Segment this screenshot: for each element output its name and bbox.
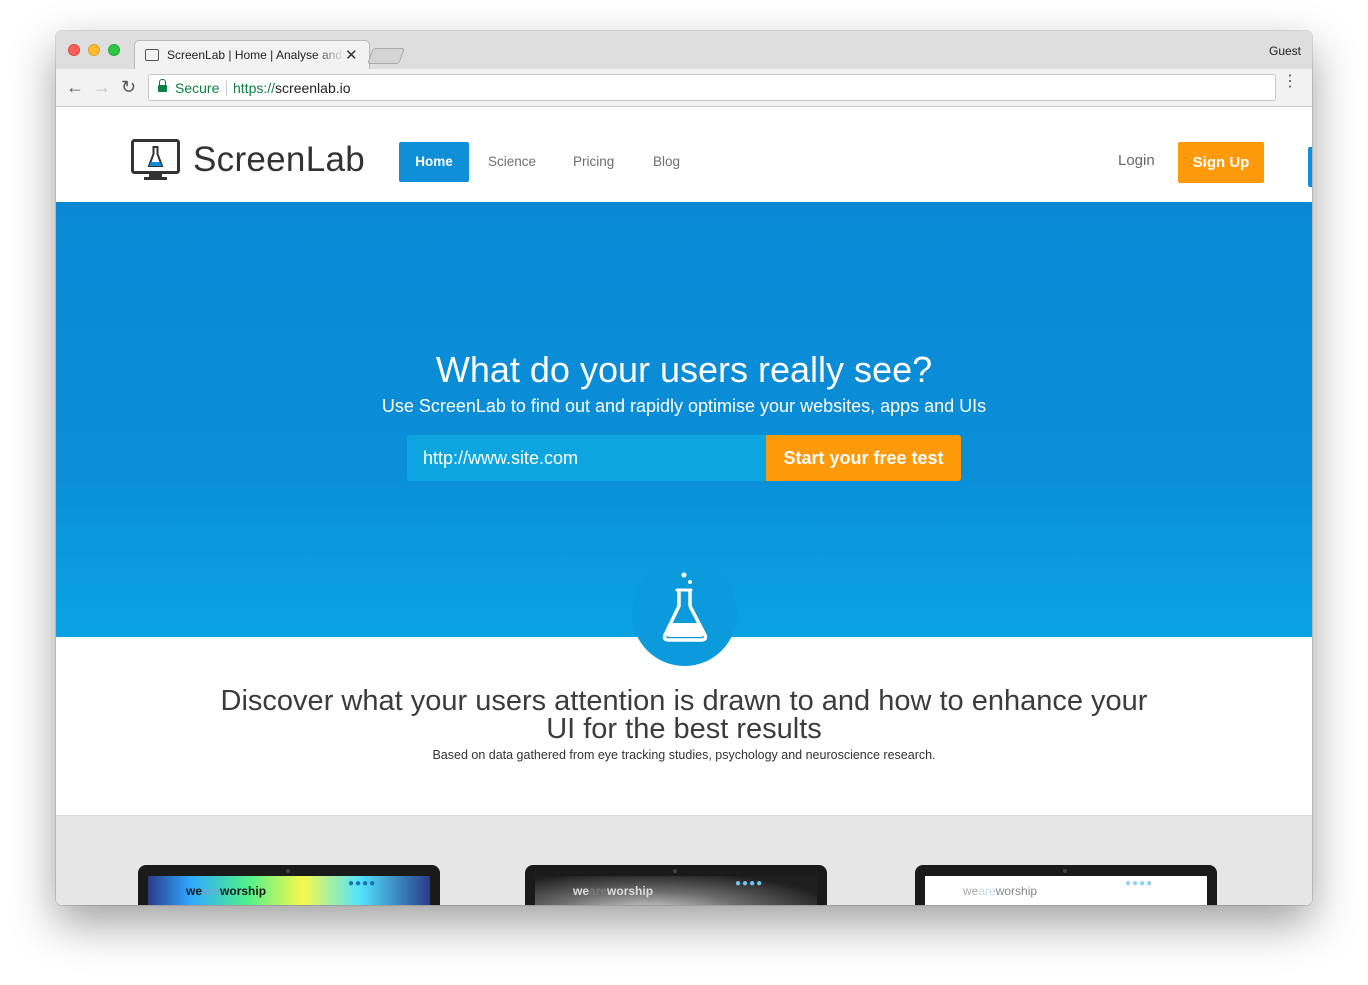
nav-pricing[interactable]: Pricing	[573, 142, 614, 182]
device-screen: weareworship ●●●●	[925, 876, 1207, 905]
browser-menu-icon[interactable]: ⋮	[1282, 74, 1298, 90]
url-scheme: https://	[233, 80, 276, 96]
device-screen: weareworship ●●●●	[148, 876, 430, 905]
lock-icon	[158, 79, 167, 93]
camera-dot	[673, 869, 677, 873]
device-original[interactable]: weareworship ●●●●	[915, 865, 1217, 905]
hero-subtitle: Use ScreenLab to find out and rapidly op…	[381, 396, 987, 416]
site-url-input[interactable]	[407, 435, 766, 481]
login-link[interactable]: Login	[1118, 152, 1155, 169]
monitor-flask-icon[interactable]	[131, 139, 180, 181]
edge-tab[interactable]	[1308, 147, 1312, 187]
discover-subtitle: Based on data gathered from eye tracking…	[432, 748, 936, 762]
site-header: ScreenLab Home Science Pricing Blog Logi…	[56, 107, 1312, 202]
nav-home[interactable]: Home	[399, 142, 469, 182]
browser-toolbar: ← → ↻ Secure https://screenlab.io ⋮	[56, 69, 1312, 107]
favicon-icon	[145, 49, 159, 61]
camera-dot	[286, 869, 290, 873]
new-tab-button[interactable]	[367, 48, 405, 64]
tab-title-fade	[315, 45, 345, 65]
flask-badge	[632, 561, 737, 666]
url-text[interactable]: https://screenlab.io	[233, 80, 351, 96]
nav-science[interactable]: Science	[488, 142, 536, 182]
forward-arrow-icon[interactable]: →	[93, 77, 111, 97]
screen-dots: ●●●●	[1125, 878, 1154, 889]
address-bar[interactable]: Secure https://screenlab.io	[148, 74, 1276, 101]
reload-icon[interactable]: ↻	[121, 77, 136, 97]
screen-caption: weareworship	[573, 884, 654, 898]
device-focus-map[interactable]: weareworship ●●●●	[525, 865, 827, 905]
browser-tab[interactable]: ScreenLab | Home | Analyse and ✕	[134, 40, 370, 69]
window-minimize-button[interactable]	[88, 44, 100, 56]
screens-gallery: weareworship ●●●● weareworship ●●●● wear…	[56, 815, 1312, 905]
nav-blog[interactable]: Blog	[653, 142, 680, 182]
screen-caption: weareworship	[963, 884, 1038, 898]
discover-heading: Discover what your users attention is dr…	[220, 685, 1148, 745]
screen-dots: ●●●●	[348, 878, 377, 889]
screen-dots: ●●●●	[735, 878, 764, 889]
url-host: screenlab.io	[275, 80, 351, 96]
screen-caption: weareworship	[186, 884, 267, 898]
tab-bar: ScreenLab | Home | Analyse and ✕ Guest	[56, 31, 1312, 69]
back-arrow-icon[interactable]: ←	[66, 77, 84, 97]
web-page: ScreenLab Home Science Pricing Blog Logi…	[56, 107, 1312, 905]
browser-window: ScreenLab | Home | Analyse and ✕ Guest ←…	[56, 31, 1312, 905]
device-screen: weareworship ●●●●	[535, 876, 817, 905]
device-heatmap[interactable]: weareworship ●●●●	[138, 865, 440, 905]
hero-title: What do your users really see?	[435, 349, 933, 390]
flask-icon	[662, 572, 708, 642]
secure-label: Secure	[175, 80, 220, 96]
window-close-button[interactable]	[68, 44, 80, 56]
start-free-test-button[interactable]: Start your free test	[766, 435, 961, 481]
tab-close-icon[interactable]: ✕	[345, 46, 358, 64]
logo-text[interactable]: ScreenLab	[193, 140, 365, 180]
address-separator	[226, 80, 227, 96]
signup-button[interactable]: Sign Up	[1178, 142, 1264, 183]
window-maximize-button[interactable]	[108, 44, 120, 56]
profile-label[interactable]: Guest	[1269, 44, 1301, 58]
camera-dot	[1063, 869, 1067, 873]
